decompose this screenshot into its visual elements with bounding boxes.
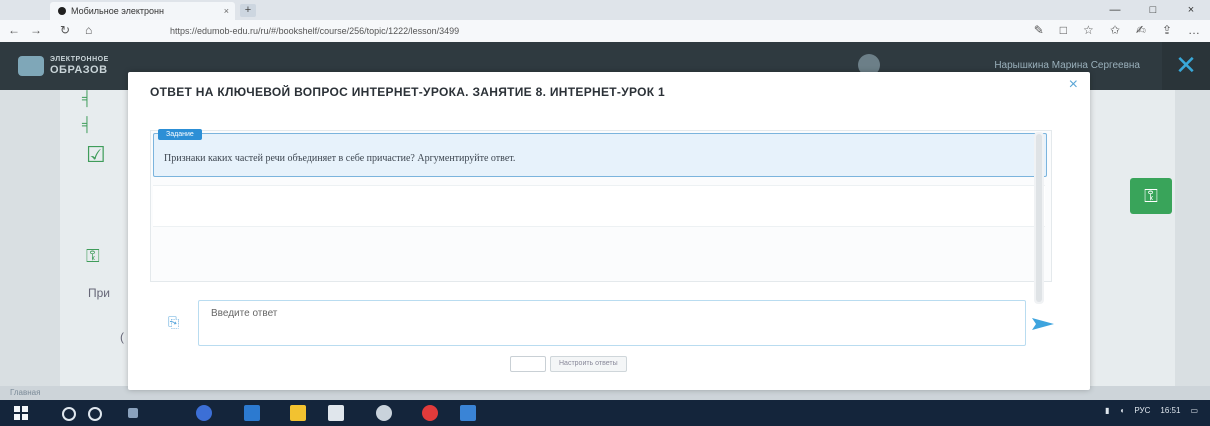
task-message: Задание Признаки каких частей речи объед… xyxy=(153,129,1047,177)
url-field[interactable]: https://edumob-edu.ru/ru/#/bookshelf/cou… xyxy=(170,23,970,39)
browser-tab-bar: Мобильное электронн × + — □ × xyxy=(0,0,1210,20)
partial-marker: ( xyxy=(120,330,124,344)
modal-title: ОТВЕТ НА КЛЮЧЕВОЙ ВОПРОС ИНТЕРНЕТ-УРОКА.… xyxy=(150,85,665,99)
answer-toggle[interactable] xyxy=(510,356,546,372)
answer-modal: ОТВЕТ НА КЛЮЧЕВОЙ ВОПРОС ИНТЕРНЕТ-УРОКА.… xyxy=(128,72,1090,390)
partial-question-text: При xyxy=(88,286,111,300)
key-button[interactable]: ⚿ xyxy=(1130,178,1172,214)
site-logo-text: ЭЛЕКТРОННОЕ ОБРАЗОВ xyxy=(50,54,109,76)
search-icon[interactable] xyxy=(62,407,76,421)
address-bar: ← → ↻ ⌂ https://edumob-edu.ru/ru/#/books… xyxy=(0,20,1210,43)
windows-taskbar: ▮ ◖ РУС 16:51 ▭ xyxy=(0,400,1210,426)
system-tray: ▮ ◖ РУС 16:51 ▭ xyxy=(1105,406,1198,415)
branch-icon: ╡ xyxy=(82,90,92,106)
new-tab-button[interactable]: + xyxy=(240,4,256,17)
refresh-button[interactable]: ↻ xyxy=(60,23,70,37)
pen-icon[interactable]: ✎ xyxy=(1034,23,1044,37)
active-app-icon[interactable] xyxy=(460,405,476,421)
send-icon[interactable] xyxy=(1032,316,1054,334)
network-icon[interactable]: ▮ xyxy=(1105,406,1109,415)
home-button[interactable]: ⌂ xyxy=(85,23,92,37)
favicon-icon xyxy=(58,7,66,15)
browser-app-icon[interactable] xyxy=(196,405,212,421)
favorite-icon[interactable]: ☆ xyxy=(1083,23,1094,37)
settings-answers-button[interactable]: Настроить ответы xyxy=(550,356,627,372)
answer-input[interactable] xyxy=(209,307,993,320)
task-view-icon[interactable] xyxy=(128,408,138,418)
opera-app-icon[interactable] xyxy=(422,405,438,421)
maximize-button[interactable]: □ xyxy=(1134,2,1172,18)
back-button[interactable]: ← xyxy=(8,23,20,37)
forward-button[interactable]: → xyxy=(30,23,42,37)
clock[interactable]: 16:51 xyxy=(1160,406,1180,415)
folder-app-icon[interactable] xyxy=(290,405,306,421)
tab-close-icon[interactable]: × xyxy=(224,6,229,16)
site-close-button[interactable]: ✕ xyxy=(1162,42,1210,90)
checkbox-icon: ☑ xyxy=(86,142,106,167)
window-controls: — □ × xyxy=(1096,2,1210,18)
browser-tab[interactable]: Мобильное электронн × xyxy=(50,2,235,20)
more-icon[interactable]: … xyxy=(1188,23,1200,37)
favorites-list-icon[interactable]: ✩ xyxy=(1110,23,1120,37)
answer-input-box[interactable] xyxy=(198,300,1026,346)
browser-toolbar: ✎ □ ☆ ✩ ✍ ⇪ … xyxy=(1034,23,1200,37)
site-logo-icon xyxy=(18,56,44,76)
key-icon: ⚿ xyxy=(86,246,100,266)
share-icon[interactable]: ⇪ xyxy=(1162,23,1172,37)
language-indicator[interactable]: РУС xyxy=(1134,406,1150,415)
chat-area: Задание Признаки каких частей речи объед… xyxy=(150,129,1052,282)
user-name[interactable]: Нарышкина Марина Сергеевна xyxy=(994,60,1140,71)
notifications-icon[interactable]: ▭ xyxy=(1190,406,1198,415)
branch-icon-2: ╡ xyxy=(82,116,92,132)
send-arrow-icon xyxy=(1032,318,1054,330)
close-window-button[interactable]: × xyxy=(1172,2,1210,18)
windows-start-icon[interactable] xyxy=(14,406,28,420)
message-row xyxy=(153,185,1045,227)
task-badge: Задание xyxy=(158,129,202,140)
close-icon[interactable]: × xyxy=(1069,76,1078,94)
logo-line2: ОБРАЗОВ xyxy=(50,64,108,76)
chat-scrollbar[interactable] xyxy=(1034,132,1044,304)
mail-app-icon[interactable] xyxy=(376,405,392,421)
notes-icon[interactable]: ✍ xyxy=(1136,23,1146,37)
store-app-icon[interactable] xyxy=(328,405,344,421)
tab-title: Мобильное электронн xyxy=(71,6,164,16)
reading-view-icon[interactable]: □ xyxy=(1060,23,1067,37)
edge-app-icon[interactable] xyxy=(244,405,260,421)
cortana-icon[interactable] xyxy=(88,407,102,421)
volume-icon[interactable]: ◖ xyxy=(1120,406,1125,415)
minimize-button[interactable]: — xyxy=(1096,2,1134,18)
task-text: Признаки каких частей речи объединяет в … xyxy=(164,153,516,164)
scroll-thumb[interactable] xyxy=(1036,134,1042,302)
attach-icon[interactable]: ⎘ xyxy=(168,314,179,331)
